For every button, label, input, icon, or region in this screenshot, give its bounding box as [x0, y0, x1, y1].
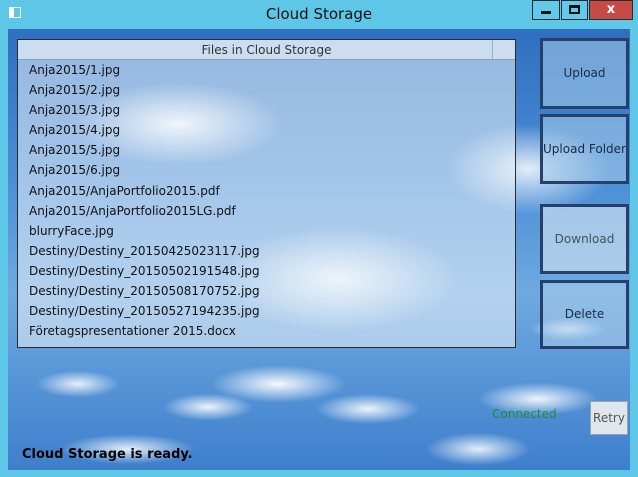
file-list: Anja2015/1.jpg Anja2015/2.jpg Anja2015/3… [18, 60, 515, 347]
close-button[interactable]: x [589, 0, 633, 20]
title-bar[interactable]: Cloud Storage x [0, 0, 638, 28]
maximize-button[interactable] [561, 0, 588, 20]
app-window: Cloud Storage x Files in Cloud Storage A… [0, 0, 638, 477]
retry-button[interactable]: Retry [590, 401, 628, 435]
file-list-item[interactable]: Destiny/Destiny_20150508170752.jpg [18, 281, 515, 301]
file-list-item[interactable]: Destiny/Destiny_20150502191548.jpg [18, 261, 515, 281]
file-list-item[interactable]: Anja2015/AnjaPortfolio2015LG.pdf [18, 201, 515, 221]
file-list-item[interactable]: blurryFace.jpg [18, 221, 515, 241]
file-list-header[interactable]: Files in Cloud Storage [18, 40, 515, 60]
file-list-item[interactable]: Företagspresentationer 2015.docx [18, 321, 515, 341]
maximize-icon [569, 5, 580, 14]
file-list-item[interactable]: Anja2015/5.jpg [18, 140, 515, 160]
column-separator[interactable] [492, 40, 493, 59]
minimize-icon [541, 11, 551, 14]
upload-button[interactable]: Upload [540, 38, 629, 109]
file-list-item[interactable]: Anja2015/1.jpg [18, 60, 515, 80]
status-message: Cloud Storage is ready. [22, 447, 193, 462]
main-content: Files in Cloud Storage Anja2015/1.jpg An… [8, 29, 630, 470]
file-list-item[interactable]: Anja2015/3.jpg [18, 100, 515, 120]
file-list-item[interactable]: Anja2015/2.jpg [18, 80, 515, 100]
file-list-item[interactable]: Anja2015/4.jpg [18, 120, 515, 140]
upload-folder-button[interactable]: Upload Folder [540, 114, 629, 184]
connection-status: Connected [492, 407, 557, 421]
delete-button[interactable]: Delete [540, 280, 629, 349]
file-list-item[interactable]: Destiny/Destiny_20150425023117.jpg [18, 241, 515, 261]
file-list-item[interactable]: Destiny/Destiny_20150527194235.jpg [18, 301, 515, 321]
file-list-header-label: Files in Cloud Storage [201, 43, 332, 57]
file-list-panel[interactable]: Files in Cloud Storage Anja2015/1.jpg An… [17, 39, 516, 348]
minimize-button[interactable] [532, 0, 560, 20]
file-list-item[interactable]: Anja2015/AnjaPortfolio2015.pdf [18, 181, 515, 201]
file-list-item[interactable]: Anja2015/6.jpg [18, 160, 515, 180]
download-button[interactable]: Download [540, 204, 629, 274]
close-icon: x [606, 2, 616, 17]
